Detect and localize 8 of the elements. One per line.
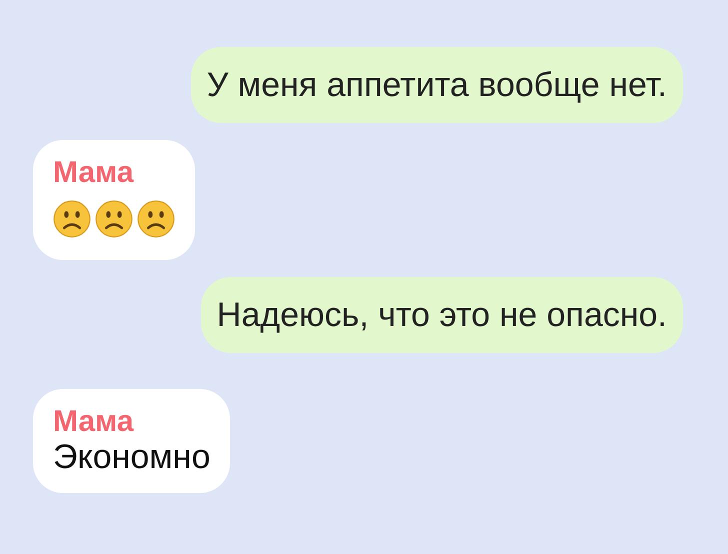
sender-name: Мама <box>53 158 135 188</box>
frowning-face-icon <box>53 200 91 238</box>
sent-message-bubble: У меня аппетита вообще нет. <box>190 47 683 123</box>
frowning-face-icon <box>95 200 133 238</box>
message-text: Экономно <box>53 437 210 477</box>
sender-name: Мама <box>53 407 135 437</box>
frowning-face-icon <box>137 200 175 238</box>
sent-message-bubble: Надеюсь, что это не опасно. <box>200 277 683 353</box>
